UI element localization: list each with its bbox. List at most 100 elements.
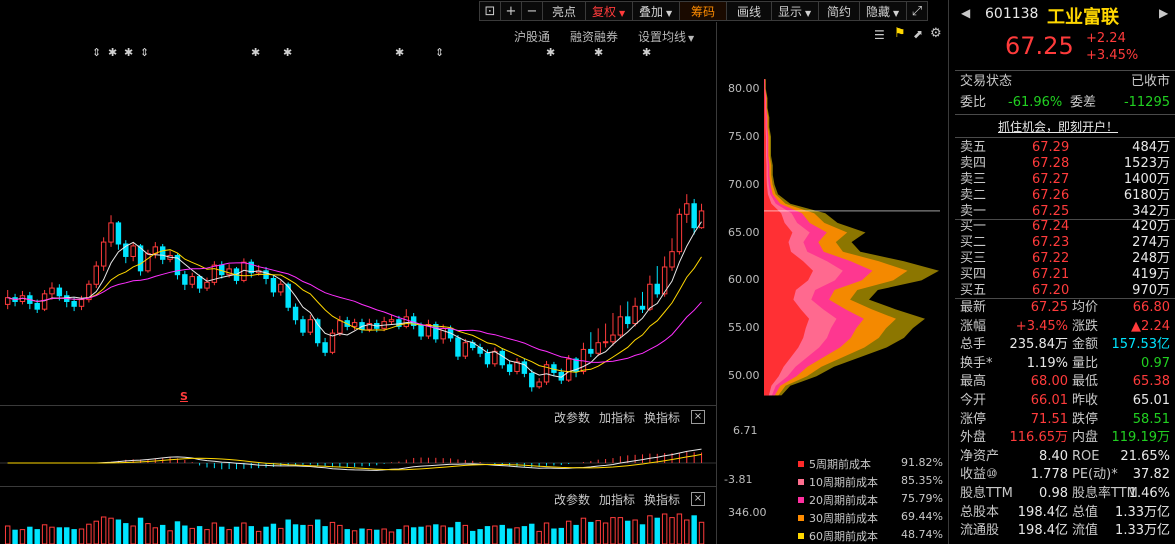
fullscreen-icon[interactable]: ⤢ <box>906 1 928 21</box>
vol-params-button[interactable]: 改参数 <box>554 491 590 508</box>
lock-icon[interactable]: ⊡ <box>479 1 501 21</box>
candle[interactable] <box>86 280 92 303</box>
vol-close-icon[interactable]: × <box>691 492 705 506</box>
event-marker[interactable]: ✱ <box>251 46 260 59</box>
candle[interactable] <box>647 275 653 312</box>
candle[interactable] <box>49 282 55 300</box>
overlay-dropdown[interactable]: 叠加 ▼ <box>632 1 680 21</box>
vol-switch-indicator-button[interactable]: 换指标 <box>644 491 680 508</box>
candle[interactable] <box>337 315 343 336</box>
macd-add-indicator-button[interactable]: 加指标 <box>599 409 635 426</box>
candle[interactable] <box>565 355 572 382</box>
candle[interactable] <box>506 360 513 376</box>
cursor-icon[interactable]: ⬈ <box>913 27 923 41</box>
candle[interactable] <box>669 238 675 271</box>
candle[interactable] <box>278 280 284 296</box>
candle[interactable] <box>270 274 277 297</box>
candle[interactable] <box>602 323 609 348</box>
candle[interactable] <box>625 301 631 329</box>
list-icon[interactable]: ☰ <box>874 28 885 42</box>
candle[interactable] <box>676 208 683 255</box>
candle[interactable] <box>462 338 469 359</box>
highlight-button[interactable]: 亮点 <box>542 1 586 21</box>
draw-line-button[interactable]: 画线 <box>726 1 772 21</box>
event-marker[interactable]: ✱ <box>395 46 404 59</box>
candle[interactable] <box>27 291 33 310</box>
candle[interactable] <box>410 313 417 330</box>
next-stock-icon[interactable]: ▶ <box>1159 6 1168 20</box>
macd-close-icon[interactable]: × <box>691 410 705 424</box>
candle[interactable] <box>639 291 646 313</box>
gear-icon[interactable]: ⚙ <box>930 26 942 41</box>
event-marker[interactable]: ✱ <box>546 46 555 59</box>
candle[interactable] <box>654 266 660 298</box>
event-marker[interactable]: ✱ <box>283 46 292 59</box>
event-marker[interactable]: ⇕ <box>92 46 101 59</box>
candle[interactable] <box>661 256 668 297</box>
adjust-dropdown[interactable]: 复权 ▼ <box>585 1 633 21</box>
event-marker[interactable]: ✱ <box>642 46 651 59</box>
candle[interactable] <box>100 237 107 271</box>
zoom-out-button[interactable]: − <box>521 1 543 21</box>
vol-add-indicator-button[interactable]: 加指标 <box>599 491 635 508</box>
chip-button[interactable]: 筹码 <box>679 1 727 21</box>
simple-button[interactable]: 简约 <box>818 1 860 21</box>
flag-icon[interactable]: ⚑ <box>894 26 906 41</box>
candle[interactable] <box>521 359 528 378</box>
macd-switch-indicator-button[interactable]: 换指标 <box>644 409 680 426</box>
candle[interactable] <box>189 272 195 289</box>
candle[interactable] <box>381 316 387 332</box>
event-marker[interactable]: ✱ <box>108 46 117 59</box>
candle[interactable] <box>307 314 314 336</box>
candle[interactable] <box>388 314 395 325</box>
event-marker[interactable]: ⇕ <box>140 46 149 59</box>
display-dropdown[interactable]: 显示 ▼ <box>771 1 819 21</box>
candle[interactable] <box>440 324 446 344</box>
candle[interactable] <box>263 267 269 285</box>
candle[interactable] <box>322 337 328 357</box>
zoom-in-button[interactable]: + <box>500 1 522 21</box>
candle[interactable] <box>159 244 166 265</box>
candle[interactable] <box>455 335 461 360</box>
candle[interactable] <box>93 261 99 289</box>
candle[interactable] <box>632 297 638 327</box>
candle[interactable] <box>617 305 624 338</box>
hk-connect-link[interactable]: 沪股通 <box>514 28 550 45</box>
candle[interactable] <box>588 332 594 358</box>
candle[interactable] <box>698 203 705 229</box>
candlestick-chart[interactable] <box>0 60 716 405</box>
candle[interactable] <box>514 358 520 375</box>
candle[interactable] <box>499 348 505 369</box>
ma-settings-dropdown[interactable]: 设置均线 ▼ <box>638 28 694 45</box>
macd-params-button[interactable]: 改参数 <box>554 409 590 426</box>
candle[interactable] <box>211 261 218 286</box>
candle[interactable] <box>470 339 476 351</box>
candle[interactable] <box>610 313 616 346</box>
candle[interactable] <box>152 242 159 259</box>
candle[interactable] <box>684 194 690 223</box>
candle[interactable] <box>130 242 136 262</box>
prev-stock-icon[interactable]: ◀ <box>961 6 970 20</box>
candle[interactable] <box>4 290 11 310</box>
candle[interactable] <box>403 309 410 329</box>
candle[interactable] <box>536 378 542 389</box>
candle[interactable] <box>691 198 697 235</box>
candle[interactable] <box>433 321 439 343</box>
candle[interactable] <box>477 343 483 358</box>
candle[interactable] <box>292 303 299 325</box>
event-marker[interactable]: ✱ <box>124 46 133 59</box>
hide-dropdown[interactable]: 隐藏 ▼ <box>859 1 907 21</box>
candle[interactable] <box>300 315 306 336</box>
candle[interactable] <box>115 221 122 250</box>
candle[interactable] <box>595 328 601 357</box>
candle[interactable] <box>108 215 114 247</box>
candle[interactable] <box>329 329 336 355</box>
candle[interactable] <box>425 319 432 339</box>
event-marker[interactable]: ✱ <box>594 46 603 59</box>
candle[interactable] <box>492 347 498 367</box>
event-marker[interactable]: ⇕ <box>435 46 444 59</box>
margin-trading-link[interactable]: 融资融券 <box>570 28 618 45</box>
open-account-link[interactable]: 抓住机会，即刻开户！ <box>998 118 1118 135</box>
candle[interactable] <box>123 240 129 264</box>
candle[interactable] <box>543 360 550 385</box>
